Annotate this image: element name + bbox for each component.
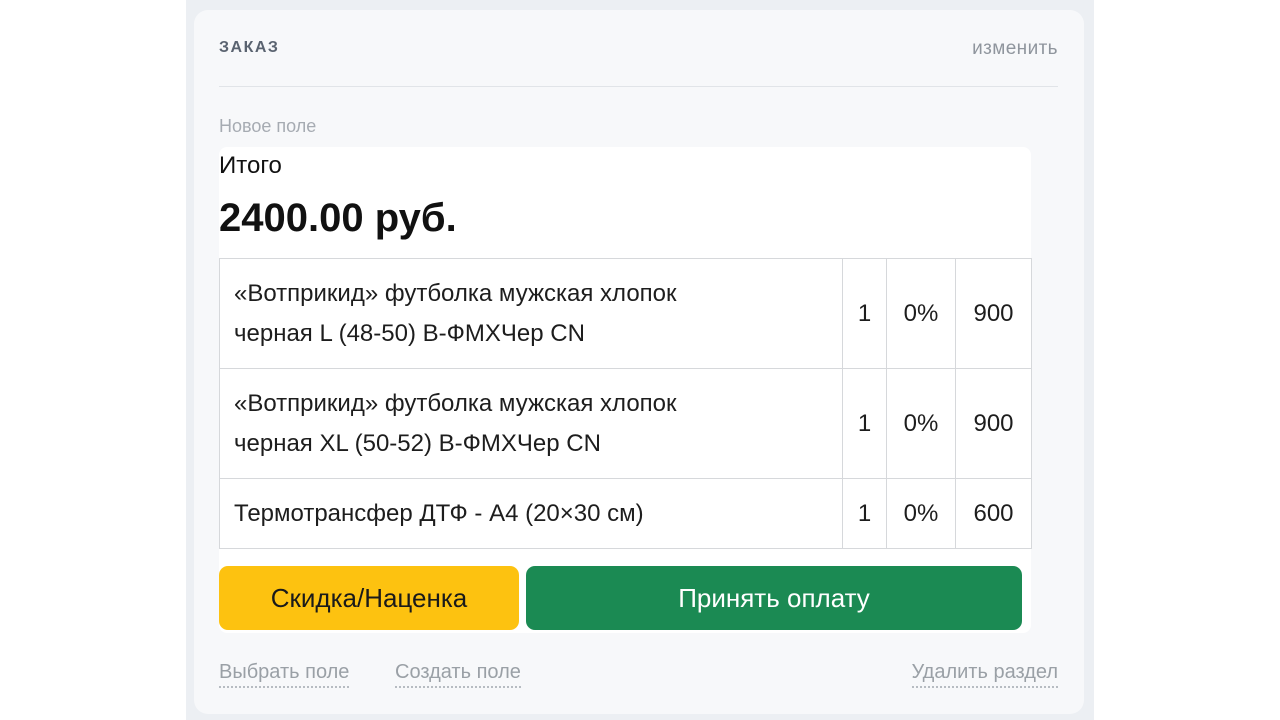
item-name-line: Термотрансфер ДТФ - А4 (20×30 см) [234, 499, 644, 527]
table-row: «Вотприкид» футболка мужская хлопок черн… [219, 368, 1032, 479]
item-quantity: 1 [842, 478, 887, 549]
item-sum: 900 [955, 368, 1032, 479]
order-summary-field: Итого 2400.00 руб. «Вотприкид» футболка … [219, 147, 1032, 633]
field-label: Новое поле [219, 116, 317, 136]
section-title: ЗАКАЗ [219, 39, 280, 56]
total-label: Итого [219, 152, 282, 179]
table-row: «Вотприкид» футболка мужская хлопок черн… [219, 258, 1032, 369]
edit-section-link[interactable]: изменить [972, 38, 1058, 60]
section-divider [219, 86, 1058, 87]
item-sum: 600 [955, 478, 1032, 549]
item-name-line: «Вотприкид» футболка мужская хлопок [234, 279, 677, 307]
select-field-link[interactable]: Выбрать поле [219, 661, 350, 688]
item-name-line: черная XL (50-52) В-ФМХЧер CN [234, 429, 601, 457]
item-discount: 0% [886, 478, 956, 549]
item-name-cell: «Вотприкид» футболка мужская хлопок черн… [219, 258, 843, 369]
item-discount: 0% [886, 258, 956, 369]
table-row: Термотрансфер ДТФ - А4 (20×30 см) 1 0% 6… [219, 478, 1032, 549]
item-discount: 0% [886, 368, 956, 479]
accept-payment-button[interactable]: Принять оплату [526, 566, 1022, 630]
order-section-card: ЗАКАЗ изменить Новое поле Итого 2400.00 … [194, 10, 1084, 714]
delete-section-link[interactable]: Удалить раздел [911, 661, 1058, 688]
create-field-link[interactable]: Создать поле [395, 661, 521, 688]
item-name-line: черная L (48-50) В-ФМХЧер CN [234, 319, 585, 347]
order-items-table: «Вотприкид» футболка мужская хлопок черн… [219, 258, 1032, 549]
item-name-cell: Термотрансфер ДТФ - А4 (20×30 см) [219, 478, 843, 549]
total-value: 2400.00 руб. [219, 196, 457, 240]
discount-markup-button[interactable]: Скидка/Наценка [219, 566, 519, 630]
item-sum: 900 [955, 258, 1032, 369]
item-name-cell: «Вотприкид» футболка мужская хлопок черн… [219, 368, 843, 479]
item-quantity: 1 [842, 368, 887, 479]
item-name-line: «Вотприкид» футболка мужская хлопок [234, 389, 677, 417]
item-quantity: 1 [842, 258, 887, 369]
